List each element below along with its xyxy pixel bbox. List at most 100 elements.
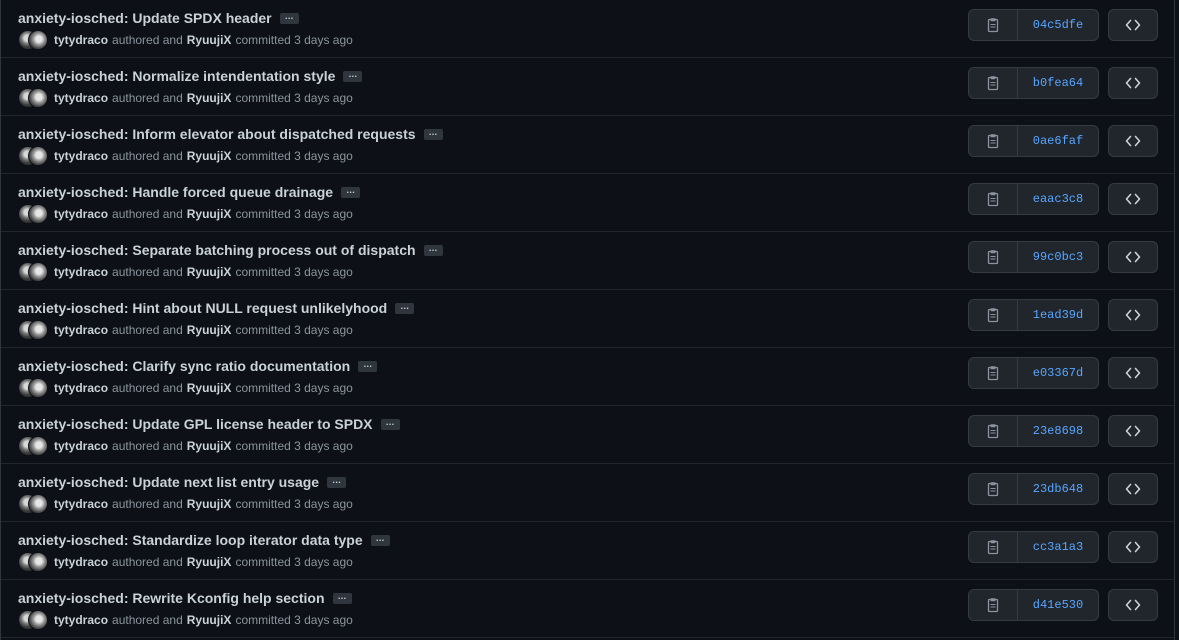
- committer-link[interactable]: RyuujiX: [187, 323, 232, 337]
- committer-link[interactable]: RyuujiX: [187, 555, 232, 569]
- committer-avatar[interactable]: [28, 378, 48, 398]
- commit-title-link[interactable]: anxiety-iosched: Clarify sync ratio docu…: [18, 358, 350, 374]
- expand-message-button[interactable]: …: [380, 418, 400, 430]
- committer-avatar[interactable]: [28, 610, 48, 630]
- author-link[interactable]: tytydraco: [54, 497, 108, 511]
- expand-message-button[interactable]: …: [279, 12, 299, 24]
- code-icon: [1125, 307, 1141, 323]
- committer-avatar[interactable]: [28, 88, 48, 108]
- commit-meta: tytydraco authored and RyuujiX committed…: [18, 378, 357, 398]
- browse-repo-button[interactable]: [1108, 589, 1158, 621]
- commit-sha-link[interactable]: 99c0bc3: [1018, 242, 1098, 272]
- committer-avatar[interactable]: [28, 204, 48, 224]
- commit-row: anxiety-iosched: Update GPL license head…: [1, 406, 1174, 464]
- commit-title-link[interactable]: anxiety-iosched: Hint about NULL request…: [18, 300, 387, 316]
- committer-link[interactable]: RyuujiX: [187, 207, 232, 221]
- committer-link[interactable]: RyuujiX: [187, 149, 232, 163]
- expand-message-button[interactable]: …: [370, 534, 390, 546]
- committer-avatar[interactable]: [28, 436, 48, 456]
- expand-message-button[interactable]: …: [332, 592, 352, 604]
- commit-sha-link[interactable]: 1ead39d: [1018, 300, 1098, 330]
- browse-repo-button[interactable]: [1108, 241, 1158, 273]
- commit-title-link[interactable]: anxiety-iosched: Update GPL license head…: [18, 416, 373, 432]
- author-link[interactable]: tytydraco: [54, 265, 108, 279]
- browse-repo-button[interactable]: [1108, 67, 1158, 99]
- commit-sha-link[interactable]: eaac3c8: [1018, 184, 1098, 214]
- expand-message-button[interactable]: …: [327, 476, 347, 488]
- author-link[interactable]: tytydraco: [54, 555, 108, 569]
- author-link[interactable]: tytydraco: [54, 323, 108, 337]
- committed-text: committed 3 days ago: [235, 207, 353, 221]
- expand-message-button[interactable]: …: [341, 186, 361, 198]
- clipboard-icon: [985, 597, 1001, 613]
- commit-sha-link[interactable]: d41e530: [1018, 590, 1098, 620]
- copy-sha-button[interactable]: [969, 590, 1018, 620]
- commit-sha-link[interactable]: 04c5dfe: [1018, 10, 1098, 40]
- browse-repo-button[interactable]: [1108, 9, 1158, 41]
- committer-link[interactable]: RyuujiX: [187, 91, 232, 105]
- committer-link[interactable]: RyuujiX: [187, 33, 232, 47]
- commit-sha-link[interactable]: b0fea64: [1018, 68, 1098, 98]
- commit-sha-link[interactable]: cc3a1a3: [1018, 532, 1098, 562]
- committer-avatar[interactable]: [28, 494, 48, 514]
- expand-message-button[interactable]: …: [423, 244, 443, 256]
- committer-link[interactable]: RyuujiX: [187, 439, 232, 453]
- expand-message-button[interactable]: …: [395, 302, 415, 314]
- copy-sha-button[interactable]: [969, 242, 1018, 272]
- browse-repo-button[interactable]: [1108, 357, 1158, 389]
- commit-title-link[interactable]: anxiety-iosched: Normalize intendentatio…: [18, 68, 335, 84]
- copy-sha-button[interactable]: [969, 300, 1018, 330]
- code-icon: [1125, 539, 1141, 555]
- browse-repo-button[interactable]: [1108, 299, 1158, 331]
- commit-sha-link[interactable]: 0ae6faf: [1018, 126, 1098, 156]
- browse-repo-button[interactable]: [1108, 125, 1158, 157]
- committer-avatar[interactable]: [28, 320, 48, 340]
- expand-message-button[interactable]: …: [358, 360, 378, 372]
- committer-avatar[interactable]: [28, 262, 48, 282]
- commit-sha-link[interactable]: 23db648: [1018, 474, 1098, 504]
- committer-link[interactable]: RyuujiX: [187, 265, 232, 279]
- copy-sha-button[interactable]: [969, 358, 1018, 388]
- commit-title-link[interactable]: anxiety-iosched: Update SPDX header: [18, 10, 272, 26]
- commit-title-link[interactable]: anxiety-iosched: Inform elevator about d…: [18, 126, 416, 142]
- commit-sha-link[interactable]: 23e8698: [1018, 416, 1098, 446]
- author-link[interactable]: tytydraco: [54, 149, 108, 163]
- commit-title-link[interactable]: anxiety-iosched: Update next list entry …: [18, 474, 319, 490]
- committer-avatar[interactable]: [28, 552, 48, 572]
- committer-link[interactable]: RyuujiX: [187, 497, 232, 511]
- commit-title-line: anxiety-iosched: Handle forced queue dra…: [18, 184, 361, 200]
- author-link[interactable]: tytydraco: [54, 33, 108, 47]
- author-link[interactable]: tytydraco: [54, 91, 108, 105]
- commit-title-link[interactable]: anxiety-iosched: Separate batching proce…: [18, 242, 416, 258]
- expand-message-button[interactable]: …: [423, 128, 443, 140]
- commit-actions: 23db648: [968, 473, 1158, 505]
- browse-repo-button[interactable]: [1108, 531, 1158, 563]
- copy-sha-button[interactable]: [969, 184, 1018, 214]
- author-link[interactable]: tytydraco: [54, 207, 108, 221]
- commit-title-link[interactable]: anxiety-iosched: Standardize loop iterat…: [18, 532, 363, 548]
- avatar-stack: [18, 88, 50, 108]
- browse-repo-button[interactable]: [1108, 473, 1158, 505]
- author-link[interactable]: tytydraco: [54, 381, 108, 395]
- commit-title-line: anxiety-iosched: Hint about NULL request…: [18, 300, 415, 316]
- committer-avatar[interactable]: [28, 146, 48, 166]
- browse-repo-button[interactable]: [1108, 415, 1158, 447]
- committer-avatar[interactable]: [28, 30, 48, 50]
- browse-repo-button[interactable]: [1108, 183, 1158, 215]
- commit-sha-link[interactable]: e03367d: [1018, 358, 1098, 388]
- copy-sha-button[interactable]: [969, 10, 1018, 40]
- author-link[interactable]: tytydraco: [54, 613, 108, 627]
- committer-link[interactable]: RyuujiX: [187, 613, 232, 627]
- copy-sha-button[interactable]: [969, 532, 1018, 562]
- copy-sha-button[interactable]: [969, 68, 1018, 98]
- copy-sha-button[interactable]: [969, 126, 1018, 156]
- author-link[interactable]: tytydraco: [54, 439, 108, 453]
- clipboard-icon: [985, 249, 1001, 265]
- commit-title-link[interactable]: anxiety-iosched: Rewrite Kconfig help se…: [18, 590, 325, 606]
- expand-message-button[interactable]: …: [343, 70, 363, 82]
- copy-sha-button[interactable]: [969, 416, 1018, 446]
- committer-link[interactable]: RyuujiX: [187, 381, 232, 395]
- copy-sha-button[interactable]: [969, 474, 1018, 504]
- commit-actions: d41e530: [968, 589, 1158, 621]
- commit-title-link[interactable]: anxiety-iosched: Handle forced queue dra…: [18, 184, 333, 200]
